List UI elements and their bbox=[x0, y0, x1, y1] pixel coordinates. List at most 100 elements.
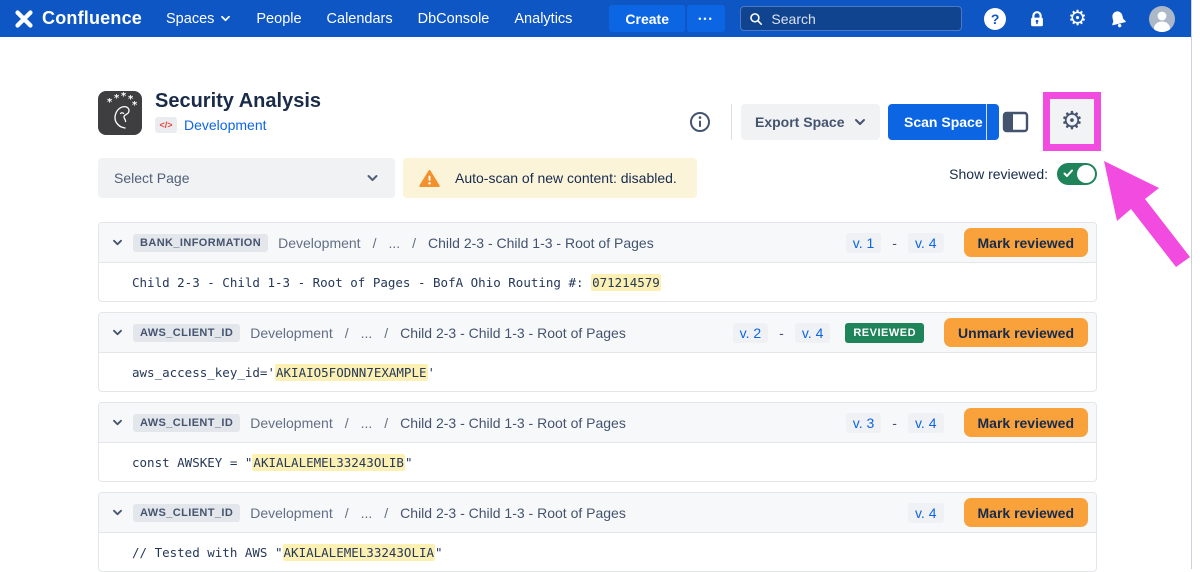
breadcrumb-page[interactable]: Child 2-3 - Child 1-3 - Root of Pages bbox=[400, 325, 626, 341]
search-input[interactable] bbox=[771, 11, 953, 27]
version-range-dash: - bbox=[779, 325, 784, 341]
mark-reviewed-button[interactable]: Mark reviewed bbox=[964, 228, 1089, 257]
sidebar-layout-icon bbox=[1002, 111, 1029, 133]
finding-card: BANK_INFORMATION Development / ... / Chi… bbox=[98, 222, 1097, 302]
breadcrumb-page[interactable]: Child 2-3 - Child 1-3 - Root of Pages bbox=[400, 505, 626, 521]
breadcrumb-ellipsis[interactable]: ... bbox=[361, 325, 373, 341]
toggle-panels-button[interactable] bbox=[997, 106, 1033, 138]
version-from-link[interactable]: v. 3 bbox=[846, 413, 882, 433]
breadcrumb-separator: / bbox=[345, 415, 349, 431]
finding-card: AWS_CLIENT_ID Development / ... / Child … bbox=[98, 312, 1097, 392]
space-link[interactable]: Development bbox=[184, 117, 267, 133]
version-range-dash: - bbox=[892, 235, 897, 251]
finding-snippet: Child 2-3 - Child 1-3 - Root of Pages - … bbox=[99, 263, 1096, 301]
breadcrumb-ellipsis[interactable]: ... bbox=[388, 235, 400, 251]
finding-type-badge: AWS_CLIENT_ID bbox=[133, 324, 240, 342]
version-from-link[interactable]: v. 2 bbox=[733, 323, 769, 343]
breadcrumb-ellipsis[interactable]: ... bbox=[361, 505, 373, 521]
show-reviewed-label: Show reviewed: bbox=[949, 166, 1048, 182]
create-button[interactable]: Create bbox=[609, 5, 685, 32]
nav-icon-group: ? ⚙ bbox=[984, 6, 1175, 32]
breadcrumb-space[interactable]: Development bbox=[250, 325, 333, 341]
nav-item-calendars[interactable]: Calendars bbox=[327, 11, 393, 27]
search-icon bbox=[749, 11, 763, 27]
search-box[interactable] bbox=[740, 6, 962, 31]
nav-item-people[interactable]: People bbox=[256, 11, 301, 27]
confluence-logo[interactable]: Confluence bbox=[14, 8, 142, 29]
info-button[interactable] bbox=[689, 111, 711, 133]
finding-header[interactable]: BANK_INFORMATION Development / ... / Chi… bbox=[99, 223, 1096, 263]
chevron-down-icon[interactable] bbox=[112, 239, 123, 246]
breadcrumb-separator: / bbox=[412, 235, 416, 251]
breadcrumb-separator: / bbox=[373, 235, 377, 251]
top-nav: Confluence Spaces People Calendars DbCon… bbox=[0, 0, 1191, 37]
secret-highlight: AKIAIO5FODNN7EXAMPLE bbox=[275, 364, 428, 381]
mark-reviewed-button[interactable]: Mark reviewed bbox=[964, 498, 1089, 527]
breadcrumb-page[interactable]: Child 2-3 - Child 1-3 - Root of Pages bbox=[400, 415, 626, 431]
unmark-reviewed-button[interactable]: Unmark reviewed bbox=[944, 318, 1088, 347]
select-page-placeholder: Select Page bbox=[114, 170, 190, 186]
space-breadcrumb: </> Development bbox=[155, 117, 267, 133]
breadcrumb-separator: / bbox=[345, 505, 349, 521]
notifications-button[interactable] bbox=[1108, 8, 1128, 30]
finding-snippet: // Tested with AWS "AKIALALEMEL33243OLIA… bbox=[99, 533, 1096, 571]
show-reviewed-control: Show reviewed: bbox=[949, 162, 1097, 186]
lock-icon bbox=[1027, 8, 1047, 30]
nav-item-analytics[interactable]: Analytics bbox=[514, 11, 572, 27]
info-icon bbox=[689, 111, 711, 133]
version-to-link[interactable]: v. 4 bbox=[908, 233, 944, 253]
nav-item-spaces[interactable]: Spaces bbox=[166, 11, 231, 27]
help-button[interactable]: ? bbox=[984, 8, 1006, 30]
breadcrumb-space[interactable]: Development bbox=[250, 415, 333, 431]
breadcrumb-separator: / bbox=[384, 415, 388, 431]
breadcrumb-separator: / bbox=[345, 325, 349, 341]
version-to-link[interactable]: v. 4 bbox=[795, 323, 831, 343]
finding-header[interactable]: AWS_CLIENT_ID Development / ... / Child … bbox=[99, 403, 1096, 443]
show-reviewed-toggle[interactable] bbox=[1057, 163, 1097, 185]
version-to-link[interactable]: v. 4 bbox=[908, 413, 944, 433]
finding-type-badge: BANK_INFORMATION bbox=[133, 234, 268, 252]
breadcrumb-separator: / bbox=[384, 325, 388, 341]
chevron-down-icon bbox=[854, 118, 866, 126]
chevron-down-icon[interactable] bbox=[112, 329, 123, 336]
version-to-link[interactable]: v. 4 bbox=[908, 503, 944, 523]
space-settings-button[interactable]: ⚙ bbox=[1050, 99, 1094, 144]
check-icon bbox=[1063, 169, 1074, 178]
secret-highlight: 071214579 bbox=[591, 274, 661, 291]
breadcrumb-separator: / bbox=[384, 505, 388, 521]
finding-snippet: const AWSKEY = "AKIALALEMEL33243OLIB" bbox=[99, 443, 1096, 481]
chevron-down-icon[interactable] bbox=[112, 509, 123, 516]
finding-type-badge: AWS_CLIENT_ID bbox=[133, 504, 240, 522]
select-page-dropdown[interactable]: Select Page bbox=[98, 158, 395, 198]
scan-space-button[interactable]: Scan Space bbox=[888, 104, 999, 140]
warning-icon bbox=[419, 169, 440, 188]
profile-button[interactable] bbox=[1149, 6, 1175, 32]
finding-header[interactable]: AWS_CLIENT_ID Development / ... / Child … bbox=[99, 493, 1096, 533]
version-from-link[interactable]: v. 1 bbox=[846, 233, 882, 253]
confluence-mark-icon bbox=[14, 9, 34, 29]
breadcrumb-ellipsis[interactable]: ... bbox=[361, 415, 373, 431]
space-logo: ***** bbox=[98, 91, 142, 135]
chevron-down-icon[interactable] bbox=[112, 419, 123, 426]
breadcrumb-space[interactable]: Development bbox=[250, 505, 333, 521]
create-more-button[interactable]: ••• bbox=[687, 5, 725, 32]
nav-item-dbconsole[interactable]: DbConsole bbox=[418, 11, 490, 27]
chevron-down-icon bbox=[220, 15, 231, 22]
finding-type-badge: AWS_CLIENT_ID bbox=[133, 414, 240, 432]
window-edge bbox=[1191, 0, 1192, 569]
admin-lock-button[interactable] bbox=[1027, 8, 1047, 30]
finding-header[interactable]: AWS_CLIENT_ID Development / ... / Child … bbox=[99, 313, 1096, 353]
page-title: Security Analysis bbox=[155, 90, 321, 113]
svg-text:*: * bbox=[107, 97, 113, 108]
confluence-security-analysis-page: { "nav": { "brand": "Confluence", "items… bbox=[0, 0, 1200, 569]
export-space-button[interactable]: Export Space bbox=[741, 104, 880, 140]
brand-name: Confluence bbox=[42, 8, 142, 29]
breadcrumb-space[interactable]: Development bbox=[278, 235, 361, 251]
code-space-icon: </> bbox=[155, 117, 177, 133]
mark-reviewed-button[interactable]: Mark reviewed bbox=[964, 408, 1089, 437]
person-icon bbox=[1149, 6, 1175, 32]
annotation-highlight-box: ⚙ bbox=[1043, 92, 1101, 151]
finding-card: AWS_CLIENT_ID Development / ... / Child … bbox=[98, 492, 1097, 572]
breadcrumb-page[interactable]: Child 2-3 - Child 1-3 - Root of Pages bbox=[428, 235, 654, 251]
settings-button[interactable]: ⚙ bbox=[1068, 8, 1087, 29]
